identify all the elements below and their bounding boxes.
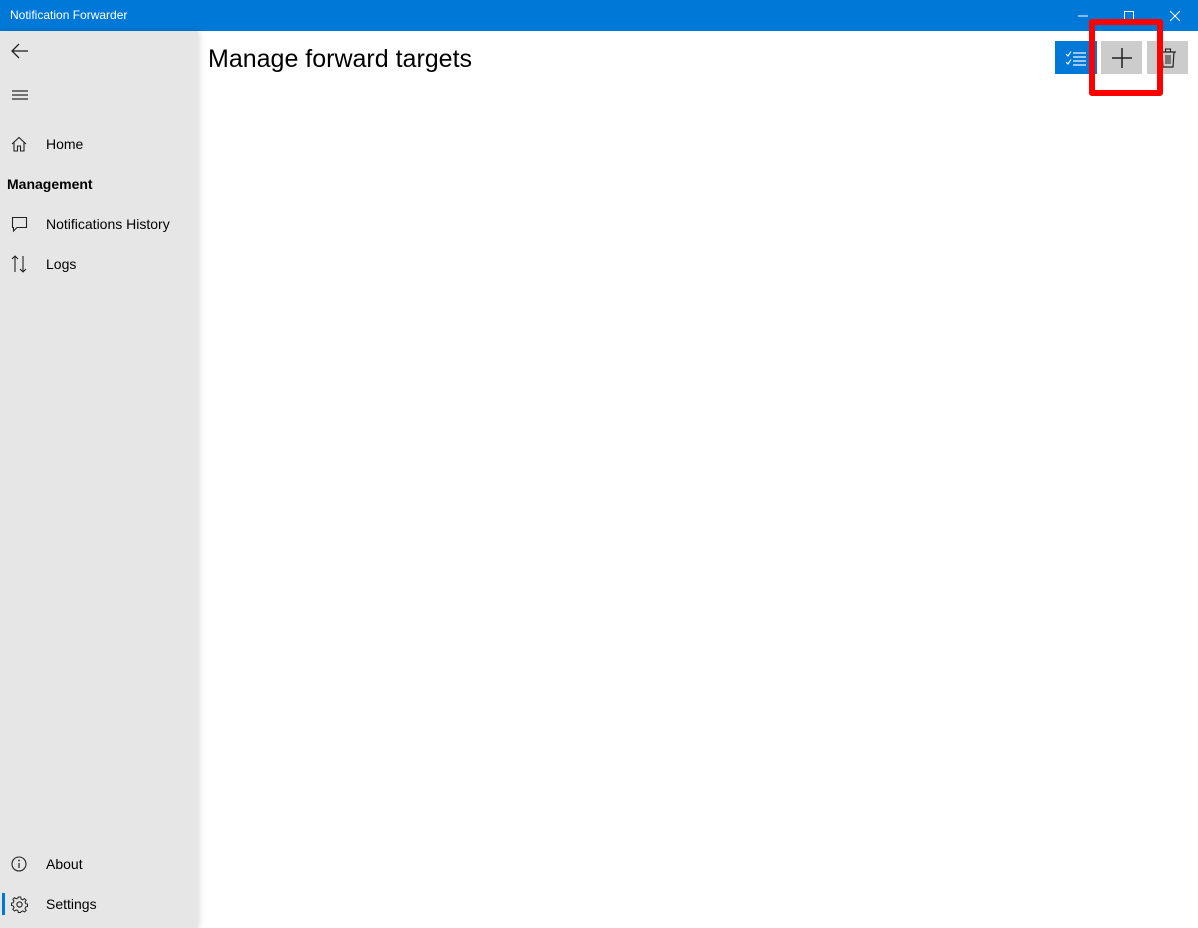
menu-toggle-button[interactable]: [0, 75, 40, 115]
nav-item-about[interactable]: About: [0, 844, 198, 884]
maximize-button[interactable]: [1106, 0, 1152, 31]
close-icon: [1169, 10, 1181, 21]
maximize-icon: [1124, 10, 1134, 21]
hamburger-icon: [12, 90, 28, 100]
gear-icon: [0, 884, 40, 924]
nav-item-logs-label: Logs: [46, 256, 77, 272]
nav-item-notifications-history-label: Notifications History: [46, 216, 170, 232]
plus-icon: [1111, 47, 1132, 68]
trash-icon: [1159, 47, 1176, 68]
checklist-icon: [1065, 50, 1086, 66]
title-bar: Notification Forwarder: [0, 0, 1198, 31]
minimize-button[interactable]: [1060, 0, 1106, 31]
minimize-icon: [1078, 15, 1088, 16]
navigation-pane: Home Management Notifications History Lo…: [0, 31, 198, 928]
app-title: Notification Forwarder: [10, 8, 128, 22]
delete-target-button[interactable]: [1147, 41, 1188, 74]
home-icon: [0, 124, 40, 164]
nav-item-home-label: Home: [46, 136, 84, 152]
info-icon: [0, 844, 40, 884]
back-button[interactable]: [0, 31, 40, 71]
section-header-management: Management: [7, 176, 93, 192]
add-target-button[interactable]: [1101, 41, 1142, 74]
up-down-arrows-icon: [0, 244, 40, 284]
close-button[interactable]: [1152, 0, 1198, 31]
speech-bubble-icon: [0, 204, 40, 244]
nav-item-notifications-history[interactable]: Notifications History: [0, 204, 198, 244]
nav-item-about-label: About: [46, 856, 83, 872]
page-title: Manage forward targets: [208, 45, 473, 73]
nav-item-home[interactable]: Home: [0, 124, 198, 164]
nav-item-settings-label: Settings: [46, 896, 97, 912]
back-arrow-icon: [11, 43, 28, 59]
select-items-button[interactable]: [1055, 41, 1097, 74]
nav-item-logs[interactable]: Logs: [0, 244, 198, 284]
nav-item-settings[interactable]: Settings: [0, 884, 198, 924]
